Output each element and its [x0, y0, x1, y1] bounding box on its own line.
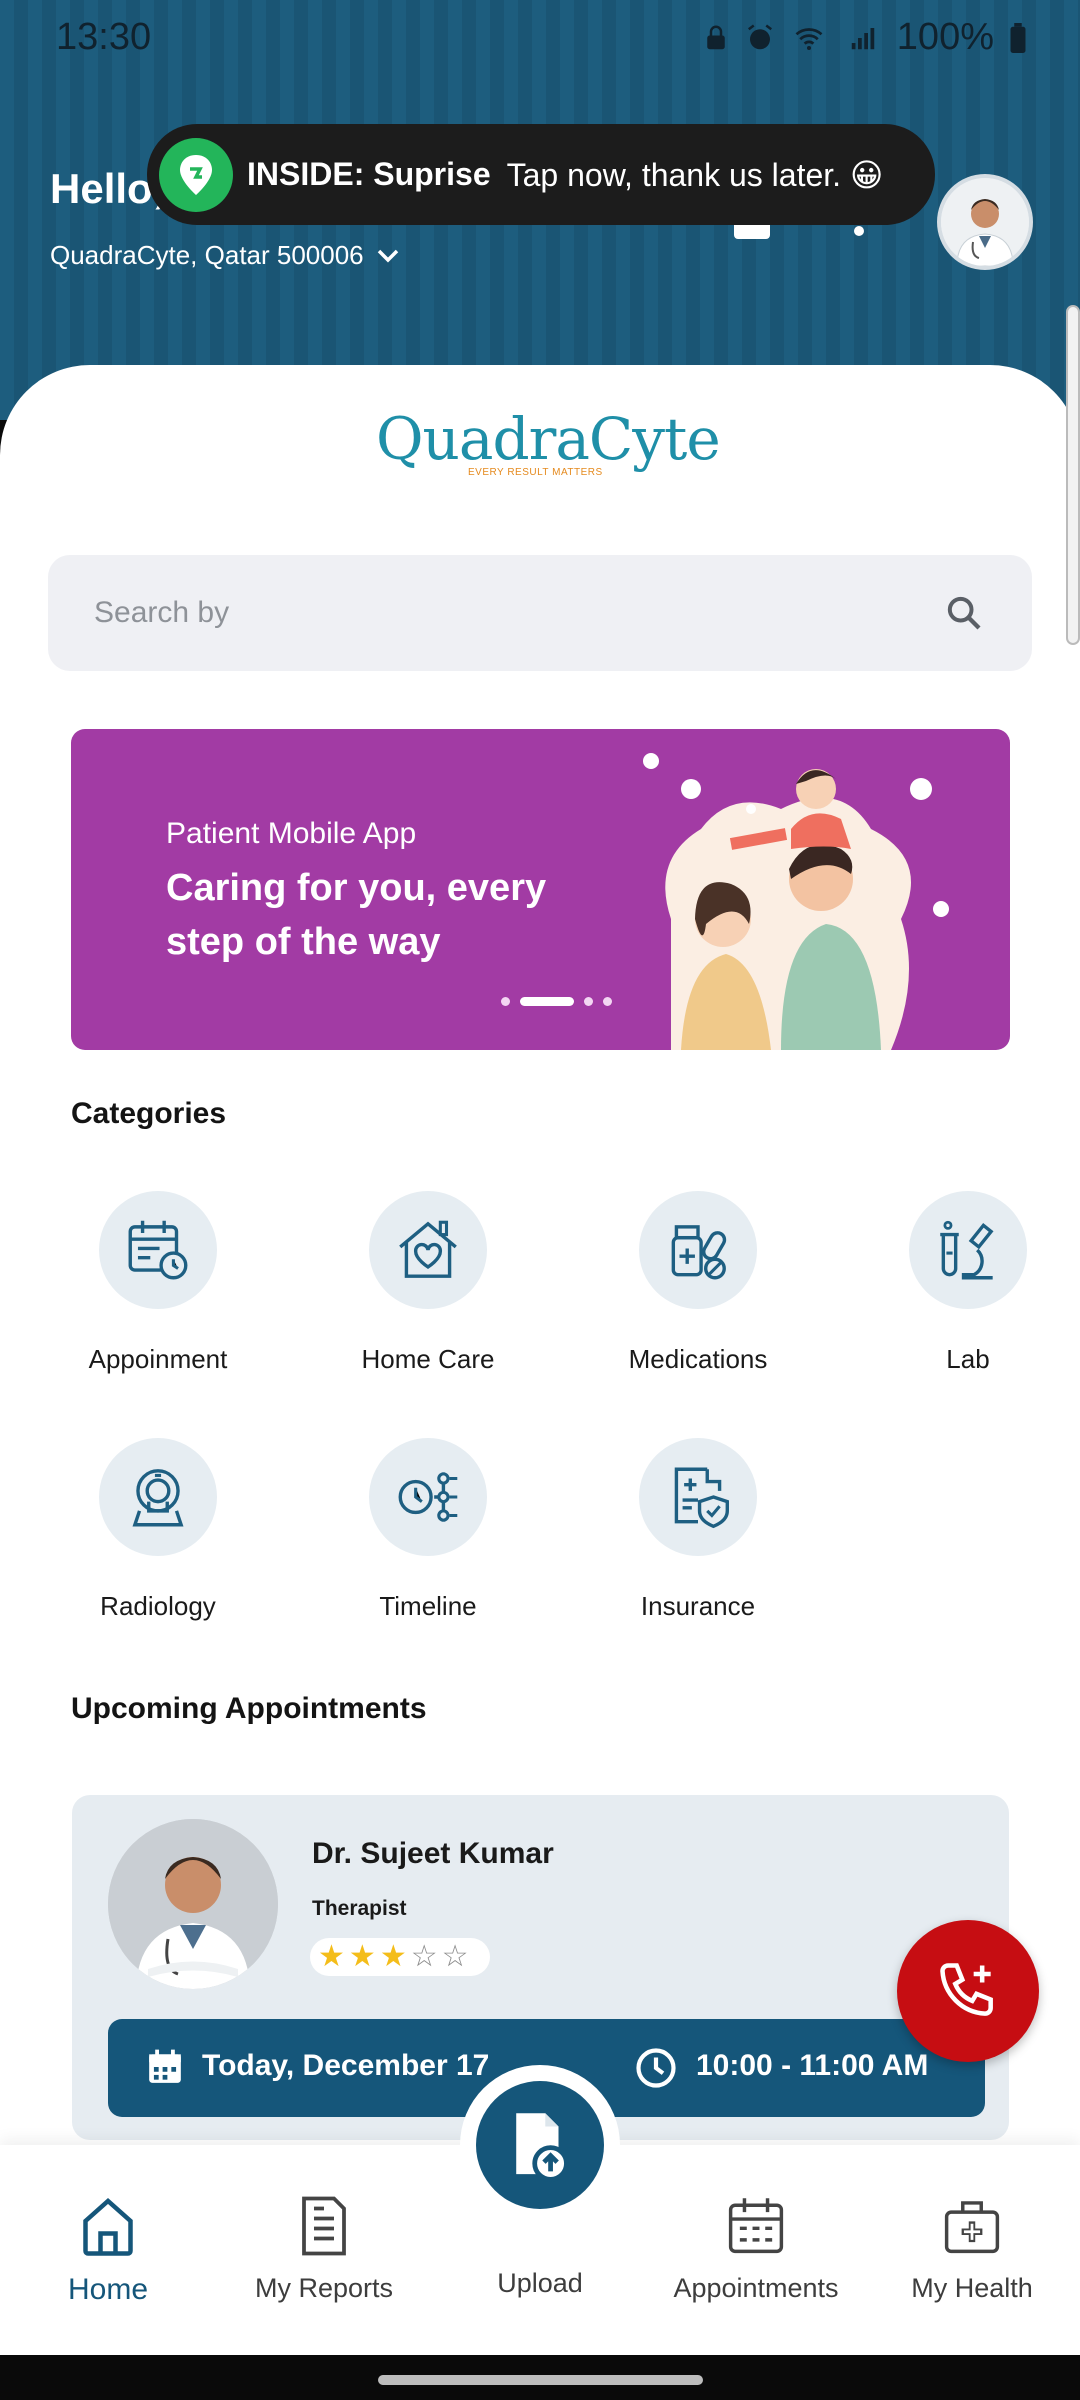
search-bar[interactable]: Search by: [48, 555, 1032, 671]
quadracyte-logo: QuadraCyte EVERY RESULT MATTERS: [376, 405, 721, 485]
appointment-time: 10:00 - 11:00 AM: [696, 2049, 929, 2082]
battery-icon: [1010, 22, 1026, 53]
carousel-dot[interactable]: [584, 997, 593, 1006]
category-lab[interactable]: Lab: [868, 1191, 1068, 1375]
nav-label: Appointments: [673, 2273, 839, 2303]
microscope-icon: [940, 1220, 994, 1280]
category-label: Radiology: [100, 1591, 216, 1621]
toast-badge: [159, 137, 233, 212]
insurance-shield-icon: [674, 1467, 729, 1529]
category-insurance[interactable]: Insurance: [598, 1438, 798, 1622]
doctor-rating: ★ ★ ★ ☆ ☆: [310, 1938, 490, 1976]
calendar-clock-icon: [128, 1220, 188, 1280]
category-label: Insurance: [640, 1591, 756, 1621]
location-text: QuadraCyte, Qatar 500006: [50, 240, 364, 270]
category-icon-bg: [369, 1438, 487, 1556]
search-input[interactable]: Search by: [94, 596, 229, 630]
toast-title: INSIDE: Suprise: [247, 156, 491, 192]
alarm-icon: [747, 24, 772, 49]
emergency-call-button[interactable]: [897, 1920, 1039, 2062]
nav-appointments[interactable]: Appointments: [648, 2145, 864, 2304]
category-appointment[interactable]: Appoinment: [58, 1191, 258, 1375]
carousel-dot-active[interactable]: [520, 997, 574, 1006]
category-icon-bg: [639, 1438, 757, 1556]
nav-home[interactable]: Home: [0, 2145, 216, 2307]
wifi-icon: [795, 27, 823, 50]
promo-banner[interactable]: Patient Mobile App Caring for you, every…: [71, 729, 1010, 1050]
category-label: Timeline: [379, 1591, 477, 1621]
mri-scanner-icon: [132, 1469, 184, 1527]
medicine-bottle-icon: [671, 1225, 727, 1280]
upload-button-wrapper: [460, 2065, 620, 2225]
star-filled-icon: ★: [379, 1940, 407, 1973]
nav-my-reports[interactable]: My Reports: [216, 2145, 432, 2304]
category-icon-bg: [639, 1191, 757, 1309]
scroll-handle[interactable]: [1066, 305, 1080, 645]
nav-label: My Reports: [254, 2273, 394, 2303]
doctor-avatar: [108, 1819, 278, 1989]
timeline-icon: [398, 1472, 458, 1522]
doctor-name: Dr. Sujeet Kumar: [312, 1837, 554, 1870]
star-filled-icon: ★: [318, 1940, 345, 1973]
star-empty-icon: ☆: [441, 1940, 469, 1973]
home-icon: [83, 2197, 133, 2256]
medical-bag-icon: [944, 2201, 1000, 2254]
appointments-title: Upcoming Appointments: [71, 1692, 427, 1725]
search-icon[interactable]: [944, 593, 984, 633]
category-label: Lab: [946, 1344, 990, 1374]
category-label: Appoinment: [88, 1344, 228, 1374]
battery-percent: 100%: [896, 16, 994, 58]
upload-button[interactable]: [476, 2081, 604, 2209]
location-selector[interactable]: QuadraCyte, Qatar 500006: [50, 240, 400, 271]
banner-subtitle: Patient Mobile App: [166, 817, 417, 850]
lock-icon: [707, 25, 725, 49]
family-illustration: [643, 753, 949, 1050]
nav-my-health[interactable]: My Health: [864, 2145, 1080, 2304]
chevron-down-icon: [377, 249, 398, 262]
categories-title: Categories: [71, 1097, 227, 1130]
category-icon-bg: [369, 1191, 487, 1309]
status-time: 13:30: [56, 16, 152, 58]
star-filled-icon: ★: [348, 1940, 376, 1973]
category-radiology[interactable]: Radiology: [58, 1438, 258, 1622]
calendar-icon: [149, 2049, 181, 2083]
report-icon: [302, 2196, 346, 2256]
phone-plus-icon: [940, 1963, 993, 2016]
house-heart-icon: [399, 1220, 457, 1278]
doctor-avatar-icon: [941, 178, 1029, 266]
status-bar: 13:30 100%: [0, 0, 1080, 78]
category-icon-bg: [909, 1191, 1027, 1309]
carousel-dots[interactable]: [501, 997, 612, 1006]
appointment-date: Today, December 17: [202, 2049, 490, 2082]
status-indicators: 100%: [701, 16, 1028, 59]
doctor-photo-icon: [108, 1819, 278, 1989]
swiggy-logo-icon: [180, 154, 212, 195]
category-label: Medications: [628, 1344, 768, 1374]
doctor-role: Therapist: [312, 1897, 407, 1920]
category-icon-bg: [99, 1191, 217, 1309]
logo-tagline: EVERY RESULT MATTERS: [468, 467, 603, 478]
toast-message: Tap now, thank us later. 😀: [506, 156, 884, 193]
calendar-icon: [728, 2198, 784, 2254]
nav-label: My Health: [911, 2273, 1033, 2303]
category-label: Home Care: [361, 1344, 495, 1374]
home-gesture-bar[interactable]: [378, 2375, 703, 2385]
nav-upload-label: Upload: [497, 2268, 583, 2298]
upload-file-icon: [516, 2113, 569, 2182]
category-medications[interactable]: Medications: [598, 1191, 798, 1375]
star-empty-icon: ☆: [410, 1940, 438, 1973]
category-icon-bg: [99, 1438, 217, 1556]
promo-toast[interactable]: INSIDE: Suprise Tap now, thank us later.…: [147, 124, 935, 225]
logo-name: QuadraCyte: [376, 405, 721, 473]
category-timeline[interactable]: Timeline: [328, 1438, 528, 1622]
category-home-care[interactable]: Home Care: [328, 1191, 528, 1375]
clock-icon: [636, 2048, 676, 2088]
profile-avatar[interactable]: [937, 174, 1033, 270]
nav-label: Home: [67, 2273, 149, 2306]
carousel-dot[interactable]: [603, 997, 612, 1006]
signal-icon: [851, 27, 875, 49]
banner-title: Caring for you, every step of the way: [166, 867, 547, 963]
carousel-dot[interactable]: [501, 997, 510, 1006]
